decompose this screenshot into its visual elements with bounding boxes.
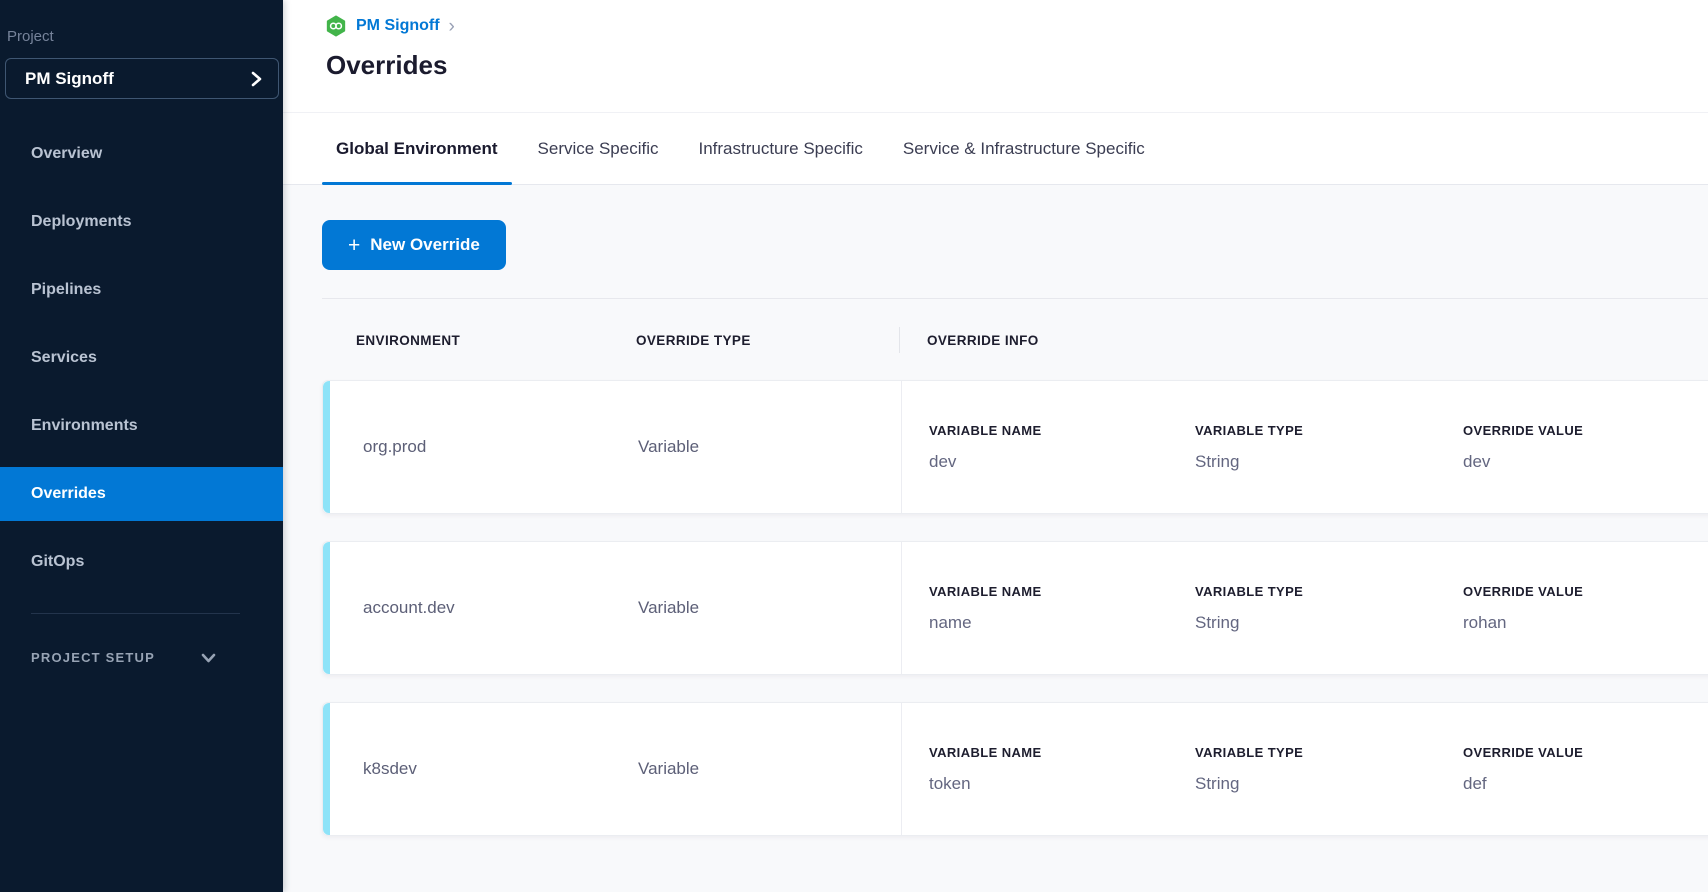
override-type-cell: Variable (638, 598, 901, 618)
project-cd-icon (325, 15, 347, 37)
table-header-row: ENVIRONMENT OVERRIDE TYPE OVERRIDE INFO (322, 327, 1708, 353)
breadcrumb: PM Signoff › (325, 15, 455, 37)
override-type-tabs: Global Environment Service Specific Infr… (283, 113, 1708, 185)
variable-type-group: VARIABLE TYPE String (1195, 584, 1463, 633)
override-row[interactable]: k8sdev Variable VARIABLE NAME token VARI… (322, 702, 1708, 836)
row-accent-stripe (323, 381, 330, 513)
variable-name-label: VARIABLE NAME (929, 423, 1195, 438)
override-row[interactable]: org.prod Variable VARIABLE NAME dev VARI… (322, 380, 1708, 514)
project-selector[interactable]: PM Signoff (5, 58, 279, 99)
tab-service-specific[interactable]: Service Specific (524, 113, 673, 184)
override-value-group: OVERRIDE VALUE def (1463, 745, 1708, 794)
variable-type-label: VARIABLE TYPE (1195, 745, 1463, 760)
variable-name-value: dev (929, 452, 1195, 472)
sidebar-item-deployments[interactable]: Deployments (0, 188, 283, 256)
override-info-cell: VARIABLE NAME token VARIABLE TYPE String… (901, 703, 1708, 835)
override-info-cell: VARIABLE NAME name VARIABLE TYPE String … (901, 542, 1708, 674)
variable-name-value: name (929, 613, 1195, 633)
environment-cell: k8sdev (330, 759, 638, 779)
override-value-label: OVERRIDE VALUE (1463, 423, 1708, 438)
override-value-value: dev (1463, 452, 1708, 472)
project-setup-label: PROJECT SETUP (31, 650, 155, 665)
tab-service-and-infrastructure-specific[interactable]: Service & Infrastructure Specific (889, 113, 1159, 184)
tab-infrastructure-specific[interactable]: Infrastructure Specific (684, 113, 876, 184)
override-row[interactable]: account.dev Variable VARIABLE NAME name … (322, 541, 1708, 675)
variable-name-group: VARIABLE NAME token (929, 745, 1195, 794)
project-sidebar: Project PM Signoff Overview Deployments … (0, 0, 283, 892)
override-value-label: OVERRIDE VALUE (1463, 745, 1708, 760)
sidebar-item-gitops[interactable]: GitOps (0, 528, 283, 596)
page-title: Overrides (326, 50, 447, 81)
breadcrumb-project-link[interactable]: PM Signoff (356, 17, 440, 35)
project-selector-value: PM Signoff (25, 69, 114, 89)
variable-name-group: VARIABLE NAME dev (929, 423, 1195, 472)
page-header: PM Signoff › Overrides (283, 0, 1708, 113)
app-root: Project PM Signoff Overview Deployments … (0, 0, 1708, 892)
row-accent-stripe (323, 542, 330, 674)
override-value-value: def (1463, 774, 1708, 794)
environment-cell: org.prod (330, 437, 638, 457)
override-value-value: rohan (1463, 613, 1708, 633)
sidebar-nav: Overview Deployments Pipelines Services … (0, 120, 283, 596)
variable-type-value: String (1195, 774, 1463, 794)
project-setup-toggle[interactable]: PROJECT SETUP (31, 650, 216, 665)
variable-type-group: VARIABLE TYPE String (1195, 745, 1463, 794)
sidebar-item-pipelines[interactable]: Pipelines (0, 256, 283, 324)
override-value-label: OVERRIDE VALUE (1463, 584, 1708, 599)
breadcrumb-separator: › (449, 17, 455, 36)
column-header-override-info: OVERRIDE INFO (899, 327, 1708, 353)
chevron-down-icon (201, 653, 216, 663)
variable-name-label: VARIABLE NAME (929, 584, 1195, 599)
column-header-environment: ENVIRONMENT (322, 333, 636, 348)
override-value-group: OVERRIDE VALUE rohan (1463, 584, 1708, 633)
project-label: Project (7, 28, 54, 45)
new-override-button-label: New Override (370, 235, 480, 255)
override-info-cell: VARIABLE NAME dev VARIABLE TYPE String O… (901, 381, 1708, 513)
override-type-cell: Variable (638, 759, 901, 779)
plus-icon: + (348, 235, 360, 256)
variable-type-group: VARIABLE TYPE String (1195, 423, 1463, 472)
variable-type-value: String (1195, 452, 1463, 472)
variable-name-value: token (929, 774, 1195, 794)
variable-type-label: VARIABLE TYPE (1195, 423, 1463, 438)
sidebar-item-services[interactable]: Services (0, 324, 283, 392)
column-header-override-type: OVERRIDE TYPE (636, 333, 899, 348)
tab-global-environment[interactable]: Global Environment (322, 113, 512, 184)
variable-type-label: VARIABLE TYPE (1195, 584, 1463, 599)
chevron-right-icon (251, 71, 262, 87)
sidebar-divider (31, 613, 240, 614)
environment-cell: account.dev (330, 598, 638, 618)
row-accent-stripe (323, 703, 330, 835)
new-override-button[interactable]: + New Override (322, 220, 506, 270)
variable-name-label: VARIABLE NAME (929, 745, 1195, 760)
variable-type-value: String (1195, 613, 1463, 633)
table-top-divider (322, 298, 1708, 299)
sidebar-item-environments[interactable]: Environments (0, 392, 283, 460)
sidebar-item-overrides[interactable]: Overrides (0, 467, 283, 521)
overrides-content: + New Override ENVIRONMENT OVERRIDE TYPE… (283, 185, 1708, 892)
override-value-group: OVERRIDE VALUE dev (1463, 423, 1708, 472)
override-type-cell: Variable (638, 437, 901, 457)
variable-name-group: VARIABLE NAME name (929, 584, 1195, 633)
sidebar-item-overview[interactable]: Overview (0, 120, 283, 188)
